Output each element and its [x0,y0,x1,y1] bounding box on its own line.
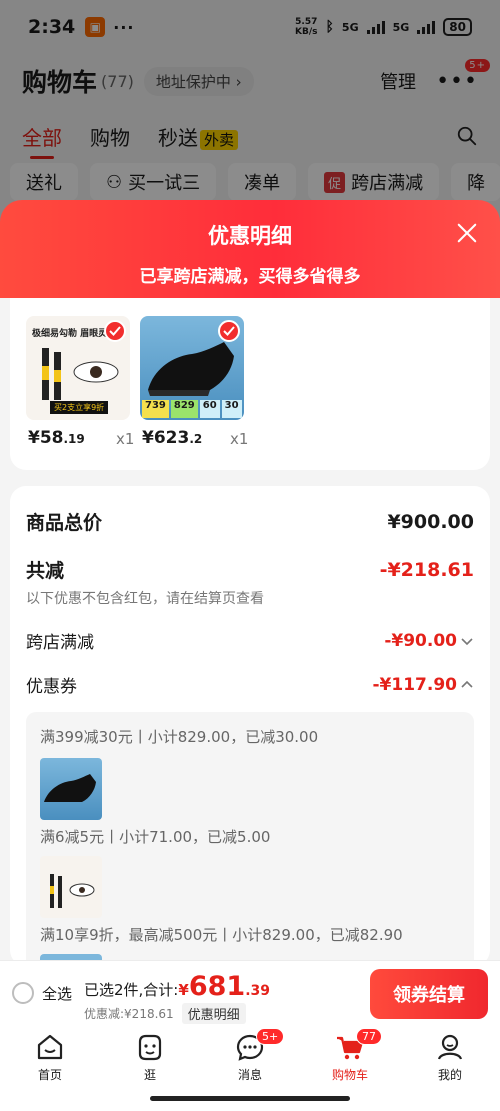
product-image-promo: 买2支立享9折 [50,401,109,414]
product-image-shoe: 739 829 60 30 [140,316,244,420]
messages-badge: 5+ [256,1028,285,1045]
nav-browse-label: 逛 [143,1068,156,1082]
discount-text: 优惠减:¥218.61 [84,1007,174,1021]
reduce-label: 共减 [26,560,65,582]
product-price-int: ¥58 [28,428,64,448]
nav-messages-label: 消息 [237,1068,262,1082]
discount-line: 优惠减:¥218.61 优惠明细 [84,1003,246,1024]
coupon-row[interactable]: 优惠券 -¥117.90 [26,672,474,697]
product-image-eyeliner: 极细易勾勒 眉眼灵动 买2支立享9折 [26,316,130,420]
cross-store-label: 跨店满减 [26,633,94,653]
checkout-button[interactable]: 领券结算 [370,969,488,1019]
cross-store-row[interactable]: 跨店满减 -¥90.00 [26,628,474,653]
reduce-row: 共减 -¥218.61 [26,556,474,583]
coupon-value: -¥117.90 [373,675,475,695]
total-amount: 681 [188,971,246,1002]
selected-products-card: 极细易勾勒 眉眼灵动 买2支立享9折 ¥58.19 x1 739 829 60 … [10,298,490,470]
shoe-price-2: 829 [170,400,198,418]
bottom-nav: 首页 逛 消息 5+ 购物车 77 我的 [0,1026,500,1111]
sheet-title: 优惠明细 [208,224,292,248]
coupon-detail-line: 满6减5元丨小计71.00，已减5.00 [40,828,271,846]
cart-badge: 77 [356,1028,382,1045]
discount-sheet-body: 极细易勾勒 眉眼灵动 买2支立享9折 ¥58.19 x1 739 829 60 … [0,298,500,960]
select-all-toggle[interactable]: 全选 [12,982,72,1004]
coupon-detail-box: 满399减30元丨小计829.00，已减30.00 满6减5元丨小计71.00，… [26,712,474,960]
product-qty: x1 [230,430,249,448]
total-decimal: .39 [245,983,270,999]
selected-text: 已选2件,合计: [84,981,179,999]
coupon-detail-line: 满10享9折，最高减500元丨小计829.00，已减82.90 [40,926,403,944]
nav-profile-label: 我的 [437,1068,462,1082]
product-price-int: ¥623 [142,428,190,448]
product-price: ¥623.2 [142,428,202,448]
total-label: 商品总价 [26,512,103,534]
sheet-subtitle: 已享跨店满减，买得多省得多 [139,267,361,287]
product-price-dec: .19 [63,432,85,446]
coupon-label: 优惠券 [26,677,77,697]
coupon-product-thumb [40,856,102,918]
eyeliner-pen-icon [50,874,95,908]
checkout-bar: 全选 已选2件,合计:¥681.39 优惠减:¥218.61 优惠明细 领券结算 [0,960,500,1026]
product-price: ¥58.19 [28,428,85,448]
shoe-icon [44,774,96,802]
price-summary-card: 商品总价 ¥900.00 共减 -¥218.61 以下优惠不包含红包，请在结算页… [10,486,490,960]
total-value: ¥900.00 [387,510,474,533]
browse-face-icon [138,1034,162,1061]
cross-store-amount: -¥90.00 [384,630,457,651]
coupon-product-thumb [40,758,102,820]
shoe-price-4: 30 [221,400,242,418]
nav-home-label: 首页 [37,1068,62,1082]
selected-check-icon [218,320,240,342]
coupon-detail-line: 满399减30元丨小计829.00，已减30.00 [40,728,319,746]
cross-store-value: -¥90.00 [384,631,474,651]
discount-note: 以下优惠不包含红包，请在结算页查看 [26,591,264,607]
shoe-price-1: 739 [142,400,169,418]
discount-detail-button[interactable]: 优惠明细 [181,1003,246,1024]
select-all-label: 全选 [42,984,73,1003]
selected-summary: 已选2件,合计:¥681.39 [84,971,270,1002]
profile-icon [437,1034,463,1060]
total-currency: ¥ [178,981,189,999]
close-icon[interactable] [456,222,478,244]
coupon-amount: -¥117.90 [372,674,458,695]
home-indicator [150,1096,350,1101]
reduce-value: -¥218.61 [379,558,474,581]
product-item[interactable]: 739 829 60 30 ¥623.2 x1 [140,316,248,448]
chevron-up-icon [461,680,473,688]
product-item[interactable]: 极细易勾勒 眉眼灵动 买2支立享9折 ¥58.19 x1 [26,316,134,448]
shoe-price-3: 60 [199,400,220,418]
product-price-dec: .2 [189,432,203,446]
nav-profile[interactable]: 我的 [400,1026,500,1111]
select-all-radio[interactable] [12,982,34,1004]
shoe-price-strip: 739 829 60 30 [142,400,242,418]
home-icon [37,1034,63,1060]
nav-home[interactable]: 首页 [0,1026,100,1111]
total-row: 商品总价 ¥900.00 [26,508,474,535]
nav-cart-label: 购物车 [331,1068,368,1082]
product-qty: x1 [116,430,135,448]
chevron-down-icon [461,637,473,645]
selected-check-icon [104,320,126,342]
